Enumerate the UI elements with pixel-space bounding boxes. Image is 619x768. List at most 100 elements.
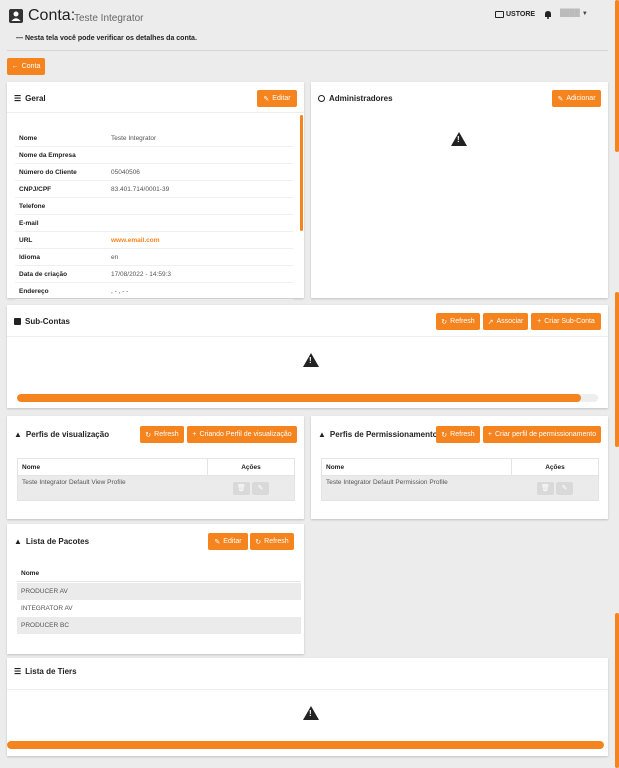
col-actions-header: Ações (241, 463, 261, 471)
packages-refresh-button[interactable]: ↻ Refresh (250, 533, 294, 550)
detail-key: Telefone (19, 202, 46, 210)
delete-button[interactable]: 🗑 (537, 481, 554, 495)
detail-row: Data de criação 17/08/2022 - 14:59:3 (15, 266, 293, 283)
geral-edit-button[interactable]: ✎ Editar (257, 90, 297, 107)
detail-key: Nome (19, 134, 38, 142)
tiers-title: ☰ Lista de Tiers (14, 667, 77, 676)
page-scroll-indicator[interactable] (615, 292, 619, 447)
col-actions-header: Ações (545, 463, 565, 471)
perm-profiles-refresh-label: Refresh (450, 431, 475, 438)
packages-title-text: Lista de Pacotes (25, 537, 90, 546)
cubes-icon: ▲ (318, 430, 326, 439)
detail-value: 83.401.714/0001-39 (111, 185, 170, 193)
tiers-divider (7, 689, 608, 690)
subcontas-divider (7, 336, 608, 337)
arrow-left-icon: ← (11, 63, 19, 70)
packages-panel: ▲ Lista de Pacotes ✎ Editar ↻ Refresh No… (7, 524, 304, 654)
url-link[interactable]: www.email.com (111, 237, 160, 244)
package-name: INTEGRATOR AV (21, 605, 73, 612)
geral-scrollbar[interactable] (300, 115, 303, 231)
detail-value: , - , - - (111, 287, 129, 295)
page-title: Conta: (28, 7, 76, 24)
user-circle-icon (318, 95, 325, 102)
perm-profiles-panel: ▲ Perfis de Permissionamento ↻ Refresh +… (311, 416, 608, 519)
account-card-icon (9, 9, 23, 23)
view-profiles-create-label: Criando Perfil de visualização (199, 431, 292, 438)
detail-value: 05040506 (111, 168, 140, 176)
list-item[interactable]: PRODUCER AV (17, 583, 301, 600)
edit-icon: ✎ (263, 95, 270, 103)
view-profiles-create-button[interactable]: + Criando Perfil de visualização (187, 426, 297, 443)
detail-key: Idioma (19, 253, 40, 261)
detail-row: Nome da Empresa (15, 147, 293, 164)
view-profiles-panel: ▲ Perfis de visualização ↻ Refresh + Cri… (7, 416, 304, 519)
refresh-icon: ↻ (441, 318, 448, 326)
detail-value: Teste Integrator (111, 134, 157, 142)
warning-icon (303, 353, 319, 367)
packages-edit-button[interactable]: ✎ Editar (208, 533, 248, 550)
detail-key: URL (19, 236, 33, 244)
view-profiles-refresh-label: Refresh (154, 431, 179, 438)
user-menu[interactable]: ████ ▼ (560, 10, 588, 17)
view-profiles-title-text: Perfis de visualização (25, 430, 110, 439)
admins-add-label: Adicionar (566, 95, 596, 102)
edit-button[interactable]: ✎ (556, 481, 573, 495)
actions-cell: 🗑 ✎ (512, 481, 598, 495)
account-icon (14, 318, 21, 325)
delete-button[interactable]: 🗑 (233, 481, 250, 495)
packages-title: ▲ Lista de Pacotes (14, 537, 89, 546)
list-item[interactable]: PRODUCER BC (17, 617, 301, 634)
subcontas-associate-button[interactable]: ↗ Associar (483, 313, 528, 330)
perm-profiles-title: ▲ Perfis de Permissionamento (318, 430, 438, 439)
admins-add-button[interactable]: ✎ Adicionar (552, 90, 601, 107)
account-name-subtitle: Teste Integrator (74, 13, 144, 24)
user-name: ████ (560, 10, 580, 17)
detail-row: E-mail (15, 215, 293, 232)
cubes-icon: ▲ (14, 537, 22, 546)
detail-row: CNPJ/CPF 83.401.714/0001-39 (15, 181, 293, 198)
perm-profiles-refresh-button[interactable]: ↻ Refresh (436, 426, 480, 443)
subcontas-associate-label: Associar (496, 318, 524, 325)
package-name: PRODUCER AV (21, 588, 68, 595)
admins-title: Administradores (318, 94, 393, 103)
packages-edit-label: Editar (223, 538, 242, 545)
tiers-progress-bar (7, 741, 604, 749)
subcontas-refresh-button[interactable]: ↻ Refresh (436, 313, 480, 330)
cubes-icon: ▲ (14, 430, 22, 439)
plus-icon: + (537, 318, 542, 325)
perm-profiles-table: Nome Ações Teste Integrator Default Perm… (321, 458, 599, 501)
refresh-icon: ↻ (145, 431, 152, 439)
subcontas-create-button[interactable]: + Criar Sub-Conta (531, 313, 601, 330)
perm-profiles-create-button[interactable]: + Criar perfil de permissionamento (483, 426, 601, 443)
detail-row: Número do Cliente 05040506 (15, 164, 293, 181)
subcontas-panel: Sub-Contas ↻ Refresh ↗ Associar + Criar … (7, 305, 608, 408)
table-row[interactable]: Teste Integrator Default View Profile 🗑 ✎ (18, 476, 294, 500)
geral-edit-label: Editar (272, 95, 291, 102)
bell-icon[interactable] (544, 10, 552, 21)
profile-name-cell: Teste Integrator Default Permission Prof… (326, 479, 448, 486)
detail-row: Idioma en (15, 249, 293, 266)
header-bar: Conta: Teste Integrator USTORE ████ ▼ — … (0, 0, 619, 50)
refresh-icon: ↻ (441, 431, 448, 439)
admins-title-text: Administradores (329, 94, 393, 103)
list-icon: ☰ (14, 667, 22, 676)
back-conta-button[interactable]: ← Conta (7, 58, 45, 75)
table-header: Nome Ações (18, 459, 294, 476)
edit-icon: ✎ (214, 538, 221, 546)
edit-button[interactable]: ✎ (252, 481, 269, 495)
warning-icon (451, 132, 467, 146)
list-item[interactable]: INTEGRATOR AV (17, 600, 301, 617)
view-profiles-title: ▲ Perfis de visualização (14, 430, 109, 439)
col-name-header-text: Nome (21, 569, 40, 577)
subcontas-title-text: Sub-Contas (25, 317, 70, 326)
detail-key: Número do Cliente (19, 168, 77, 176)
store-selector[interactable]: USTORE (506, 11, 535, 18)
plus-icon: + (192, 431, 197, 438)
col-name-header: Nome (322, 459, 512, 475)
view-profiles-refresh-button[interactable]: ↻ Refresh (140, 426, 184, 443)
table-row[interactable]: Teste Integrator Default Permission Prof… (322, 476, 598, 500)
detail-key: E-mail (19, 219, 39, 227)
page-scroll-indicator[interactable] (615, 613, 619, 768)
subcontas-refresh-label: Refresh (450, 318, 475, 325)
page-scroll-indicator[interactable] (615, 0, 619, 152)
